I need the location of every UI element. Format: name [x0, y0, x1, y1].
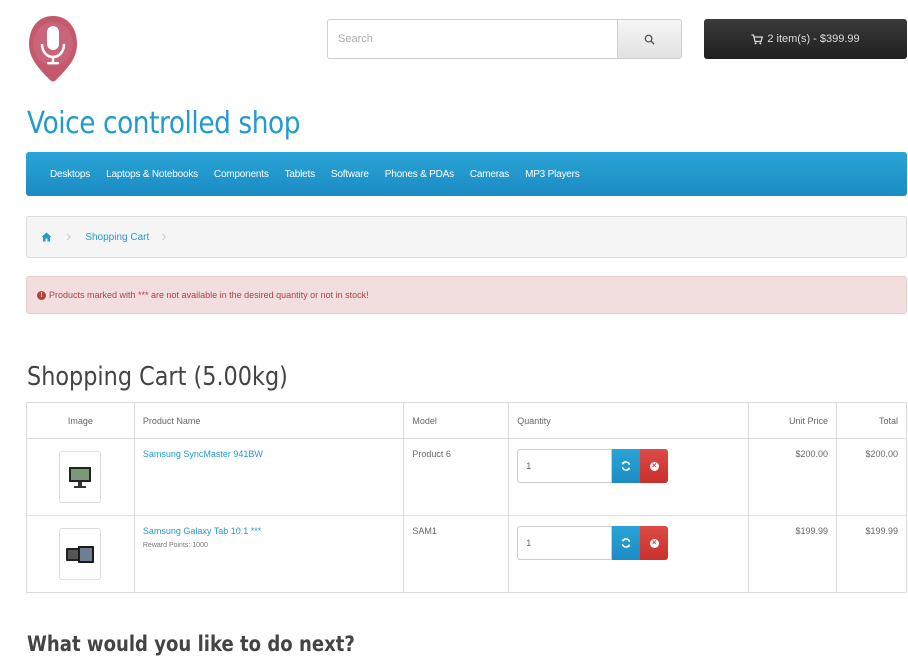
product-name-link[interactable]: Samsung Galaxy Tab 10.1 *** [143, 526, 396, 536]
refresh-icon [621, 461, 631, 471]
cart-button-label: 2 item(s) - $399.99 [767, 33, 860, 45]
table-header-row: Image Product Name Model Quantity Unit P… [26, 402, 907, 439]
breadcrumb-separator: › [66, 228, 72, 245]
breadcrumb-current[interactable]: Shopping Cart [85, 232, 149, 243]
column-header-unit-price: Unit Price [748, 402, 837, 439]
breadcrumb-separator: › [161, 228, 167, 245]
search-input[interactable] [327, 19, 617, 59]
product-thumbnail[interactable] [59, 451, 102, 503]
row-total: $199.99 [836, 515, 907, 593]
main-navbar: Desktops Laptops & Notebooks Components … [26, 152, 907, 196]
microphone-icon [29, 16, 77, 82]
remove-icon: × [649, 461, 659, 471]
product-model: Product 6 [403, 438, 510, 516]
breadcrumb: › Shopping Cart › [26, 216, 907, 258]
remove-button[interactable]: × [640, 526, 669, 560]
column-header-total: Total [836, 402, 907, 439]
cart-button[interactable]: 2 item(s) - $399.99 [704, 19, 907, 59]
quantity-input[interactable] [517, 449, 613, 483]
nav-item-tablets[interactable]: Tablets [285, 169, 315, 180]
breadcrumb-home[interactable] [41, 232, 52, 242]
home-icon [41, 232, 52, 242]
column-header-model: Model [403, 402, 510, 439]
search-icon [644, 34, 655, 45]
page-title: Shopping Cart (5.00kg) [27, 362, 288, 392]
product-model: SAM1 [403, 515, 510, 593]
alert-text: Products marked with *** are not availab… [49, 290, 369, 300]
shopping-cart-icon [751, 33, 764, 44]
update-button[interactable] [612, 526, 641, 560]
quantity-input[interactable] [517, 526, 613, 560]
update-button[interactable] [612, 449, 641, 483]
remove-icon: × [649, 538, 659, 548]
exclamation-circle-icon: ! [37, 290, 46, 300]
table-row: Samsung Galaxy Tab 10.1 *** Reward Point… [26, 515, 907, 593]
nav-item-components[interactable]: Components [214, 169, 269, 180]
next-steps-title: What would you like to do next? [27, 632, 355, 656]
column-header-product-name: Product Name [133, 402, 405, 439]
product-image-cell [26, 438, 135, 516]
quantity-group: × [517, 449, 740, 483]
nav-item-mp3-players[interactable]: MP3 Players [525, 169, 580, 180]
nav-item-software[interactable]: Software [331, 169, 369, 180]
table-row: Samsung SyncMaster 941BW Product 6 1 × $… [26, 438, 907, 516]
nav-item-cameras[interactable]: Cameras [470, 169, 509, 180]
search-bar [327, 19, 682, 59]
row-total: $200.00 [836, 438, 907, 516]
search-button[interactable] [617, 19, 682, 59]
reward-points: Reward Points: 1000 [142, 542, 208, 549]
column-header-quantity: Quantity [508, 402, 750, 439]
product-image-cell [26, 515, 135, 593]
cart-table: Image Product Name Model Quantity Unit P… [26, 402, 907, 593]
monitor-icon [69, 467, 92, 488]
nav-item-phones[interactable]: Phones & PDAs [385, 169, 454, 180]
unit-price: $200.00 [748, 438, 837, 516]
tablet-icon [66, 546, 95, 563]
stock-warning-alert: ! Products marked with *** are not avail… [26, 276, 907, 314]
shop-logo[interactable] [26, 14, 80, 84]
nav-item-desktops[interactable]: Desktops [50, 169, 90, 180]
unit-price: $199.99 [748, 515, 837, 593]
nav-item-laptops[interactable]: Laptops & Notebooks [106, 169, 198, 180]
product-name-link[interactable]: Samsung SyncMaster 941BW [143, 449, 396, 459]
product-thumbnail[interactable] [59, 528, 102, 580]
site-title[interactable]: Voice controlled shop [27, 106, 300, 141]
refresh-icon [621, 538, 631, 548]
quantity-group: × [517, 526, 740, 560]
column-header-image: Image [26, 402, 135, 439]
remove-button[interactable]: × [640, 449, 669, 483]
